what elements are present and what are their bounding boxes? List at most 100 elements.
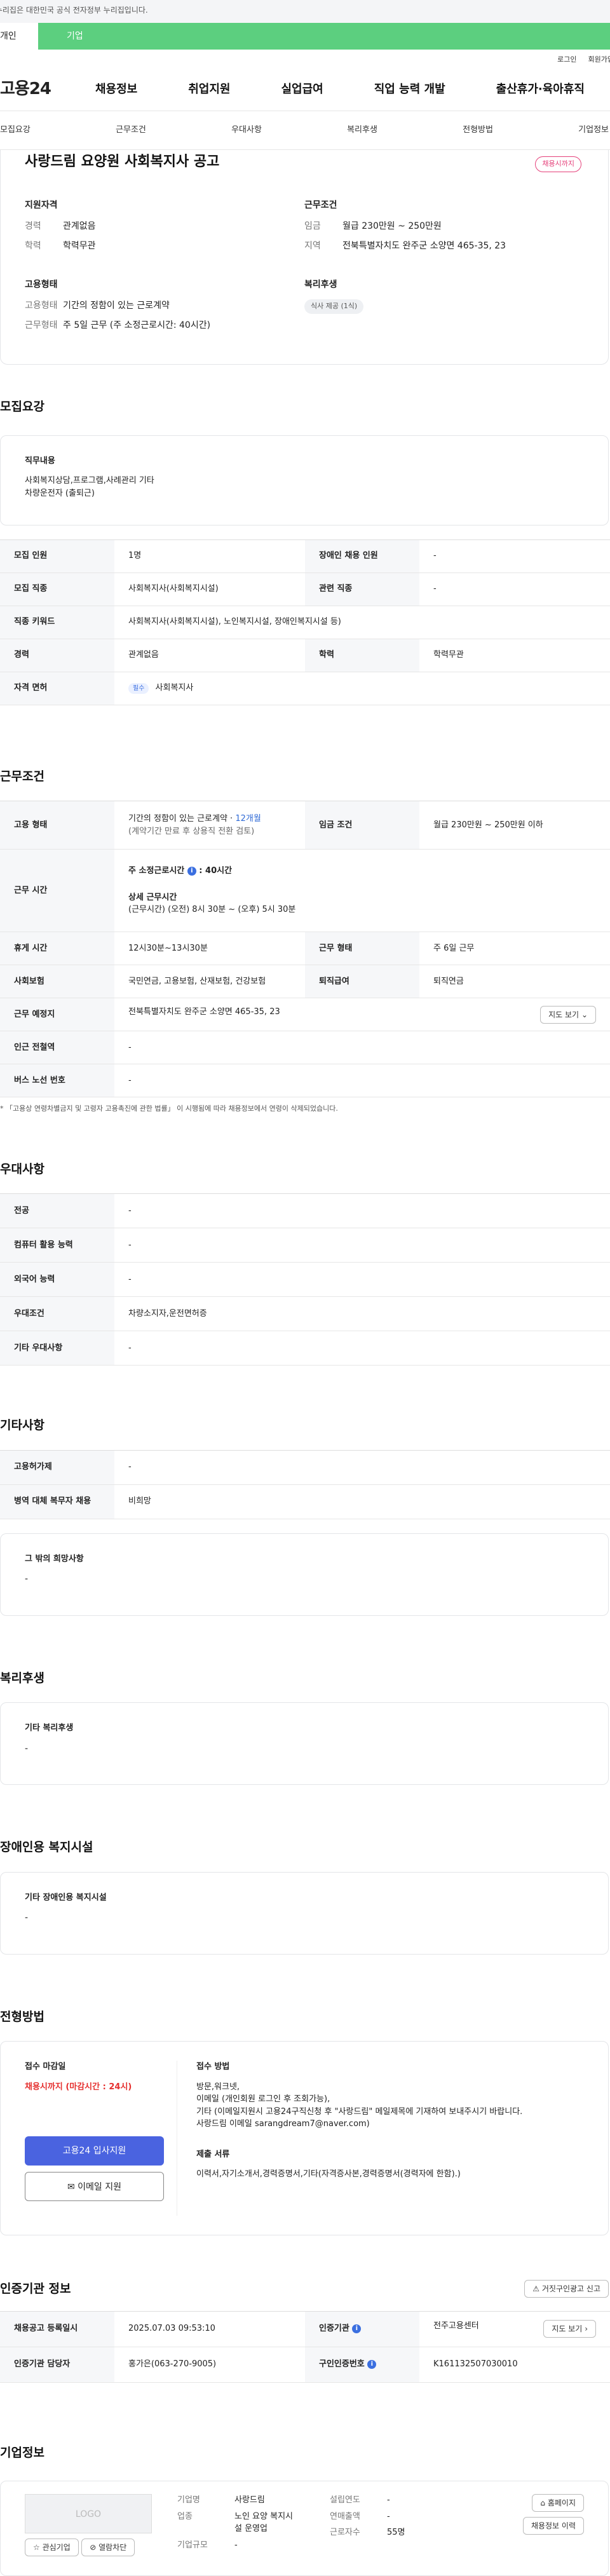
subway-value: -: [114, 1031, 610, 1064]
sales-value: -: [387, 2511, 390, 2521]
gnb-item-leave[interactable]: 출산휴가·육아휴직: [496, 81, 585, 98]
welfare-box-value: -: [25, 1743, 29, 1754]
cond-loc-label: 지역: [304, 241, 321, 251]
pref-major-th: 전공: [0, 1193, 114, 1228]
section-title-work: 근무조건: [0, 769, 44, 783]
anchor-welfare[interactable]: 복리후생: [347, 124, 377, 137]
qual-heading: 지원자격: [25, 200, 58, 210]
disabled-value: -: [419, 539, 610, 573]
table-row: 자격 면허 필수 사회복지사: [0, 672, 610, 705]
email-apply-button[interactable]: ✉ 이메일 지원: [25, 2172, 164, 2201]
homepage-button[interactable]: ⌂ 홈페이지: [532, 2494, 584, 2512]
bus-value: -: [114, 1064, 610, 1097]
license-value: 사회복지사: [155, 683, 194, 693]
method-line-4: 사랑드림 이메일 sarangdream7@naver.com): [196, 2119, 370, 2129]
anchor-company[interactable]: 기업정보: [578, 124, 609, 137]
table-row: 모집 직종 사회복지사(사회복지시설) 관련 직종 -: [0, 573, 610, 606]
anchor-work[interactable]: 근무조건: [116, 124, 146, 137]
utility-links: 로그인 회원가입: [0, 50, 610, 67]
industry-value-1: 노인 요양 복지시: [234, 2511, 293, 2521]
anchor-recruit[interactable]: 모집요강: [0, 124, 30, 137]
emp-work-label: 근무형태: [25, 320, 58, 330]
insurance-value: 국민연금, 고용보험, 산재보험, 건강보험: [114, 965, 305, 998]
anchor-process[interactable]: 전형방법: [463, 124, 493, 137]
industry-label: 업종: [177, 2511, 193, 2521]
table-row: 직종 키워드 사회복지사(사회복지시설), 노인복지시설, 장애인복지시설 등): [0, 606, 610, 639]
company-size-label: 기업규모: [177, 2540, 208, 2550]
table-row: 채용공고 등록일시 2025.07.03 09:53:10 인증기관 i 전주고…: [0, 2311, 610, 2347]
employees-value: 55명: [387, 2528, 405, 2537]
qual-career-value: 관계없음: [63, 221, 96, 231]
tab-individual[interactable]: 개인: [0, 23, 38, 50]
table-row: 고용허가제 -: [0, 1450, 610, 1485]
reg-th: 채용공고 등록일시: [0, 2311, 114, 2347]
work-table: 고용 형태 기간의 정함이 있는 근로계약 · 12개월 (계약기간 만료 후 상…: [0, 801, 610, 1097]
signup-link[interactable]: 회원가입: [588, 55, 610, 67]
docs-heading: 제출 서류: [196, 2149, 230, 2159]
etc-hope-heading: 그 밖의 희망사항: [25, 1554, 84, 1564]
cond-pay-value: 월급 230만원 ~ 250만원: [342, 221, 442, 231]
method-heading: 접수 방법: [196, 2062, 230, 2071]
homepage-label: 홈페이지: [547, 2498, 576, 2507]
count-value: 1명: [114, 539, 305, 573]
deadline-heading: 접수 마감일: [25, 2062, 66, 2071]
edu-label: 학력: [305, 639, 419, 672]
table-row: 인증기관 담당자 홍가은(063-270-9005) 구인인증번호 i K161…: [0, 2347, 610, 2383]
agency-map-button[interactable]: 지도 보기 ›: [543, 2320, 596, 2338]
cond-loc-value: 전북특별자치도 완주군 소양면 465-35, 23: [342, 241, 506, 251]
tab-business[interactable]: 기업: [38, 23, 610, 50]
etc-hope-value: -: [25, 1574, 29, 1584]
chevron-down-icon: ⌄: [581, 1010, 588, 1019]
table-row: 버스 노선 번호 -: [0, 1064, 610, 1097]
qual-edu-label: 학력: [25, 241, 41, 251]
login-link[interactable]: 로그인: [557, 55, 576, 67]
manager-th: 인증기관 담당자: [0, 2347, 114, 2383]
gnb-item-employment-support[interactable]: 취업지원: [188, 81, 230, 98]
welfare-chip: 식사 제공 (1식): [304, 299, 364, 314]
license-label: 자격 면허: [0, 672, 114, 705]
block-view-button[interactable]: ⊘ 열람차단: [81, 2539, 135, 2556]
pref-language-value: -: [114, 1262, 610, 1297]
info-icon[interactable]: i: [367, 2359, 377, 2369]
report-fake-ad-button[interactable]: ⚠ 거짓구인광고 신고: [524, 2280, 609, 2298]
pref-computer-value: -: [114, 1228, 610, 1263]
org-value: 전주고용센터: [433, 2321, 479, 2331]
user-type-tabs: 개인 기업: [0, 23, 610, 50]
keyword-label: 직종 키워드: [0, 606, 114, 639]
map-button[interactable]: 지도 보기 ⌄: [540, 1005, 596, 1024]
gnb-item-training[interactable]: 직업 능력 개발: [374, 81, 445, 98]
table-row: 컴퓨터 활용 능력 -: [0, 1228, 610, 1263]
cond-pay-label: 임금: [304, 221, 321, 231]
reg-value: 2025.07.03 09:53:10: [114, 2311, 305, 2347]
qual-edu-value: 학력무관: [63, 241, 96, 251]
info-icon[interactable]: i: [187, 866, 196, 876]
apply-button[interactable]: 고용24 입사지원: [25, 2136, 164, 2166]
star-icon: ☆: [33, 2543, 40, 2552]
emp-type-cell: 기간의 정함이 있는 근로계약 · 12개월 (계약기간 만료 후 상용직 전환 …: [114, 801, 305, 850]
emp-type-text: 기간의 정함이 있는 근로계약 ·: [128, 814, 236, 824]
duty-line-2: 차량운전자 (출퇴근): [25, 488, 95, 498]
required-tag: 필수: [128, 683, 149, 695]
gnb-item-jobs[interactable]: 채용정보: [95, 81, 137, 98]
emp-type-value: 기간의 정함이 있는 근로계약: [63, 301, 170, 311]
gnb-item-unemployment[interactable]: 실업급여: [281, 81, 323, 98]
career-value: 관계없음: [114, 639, 305, 672]
anchor-pref[interactable]: 우대사항: [231, 124, 262, 137]
favorite-company-button[interactable]: ☆ 관심기업: [25, 2539, 79, 2556]
history-button[interactable]: 채용정보 이력: [522, 2517, 584, 2535]
disability-box: 기타 장애인용 복지시설 -: [0, 1871, 609, 1955]
info-icon[interactable]: i: [352, 2324, 362, 2333]
summary-conditions: 근무조건 임금 월급 230만원 ~ 250만원 지역 전북특별자치도 완주군 소양…: [304, 199, 584, 339]
keyword-value: 사회복지사(사회복지시설), 노인복지시설, 장애인복지시설 등): [114, 606, 610, 639]
company-name-value: 사랑드림: [234, 2495, 265, 2505]
duty-heading: 직무내용: [25, 456, 55, 466]
break-th: 휴게 시간: [0, 932, 114, 965]
emp-type-label: 고용형태: [25, 301, 58, 311]
table-row: 기타 우대사항 -: [0, 1331, 610, 1366]
agency-table: 채용공고 등록일시 2025.07.03 09:53:10 인증기관 i 전주고…: [0, 2310, 610, 2383]
gov-banner-text: 이 누리집은 대한민국 공식 전자정부 누리집입니다.: [0, 6, 148, 15]
site-logo[interactable]: 고용24: [0, 77, 70, 102]
pref-major-value: -: [114, 1193, 610, 1228]
alert-icon: ⚠: [532, 2284, 540, 2294]
block-icon: ⊘: [90, 2543, 97, 2552]
